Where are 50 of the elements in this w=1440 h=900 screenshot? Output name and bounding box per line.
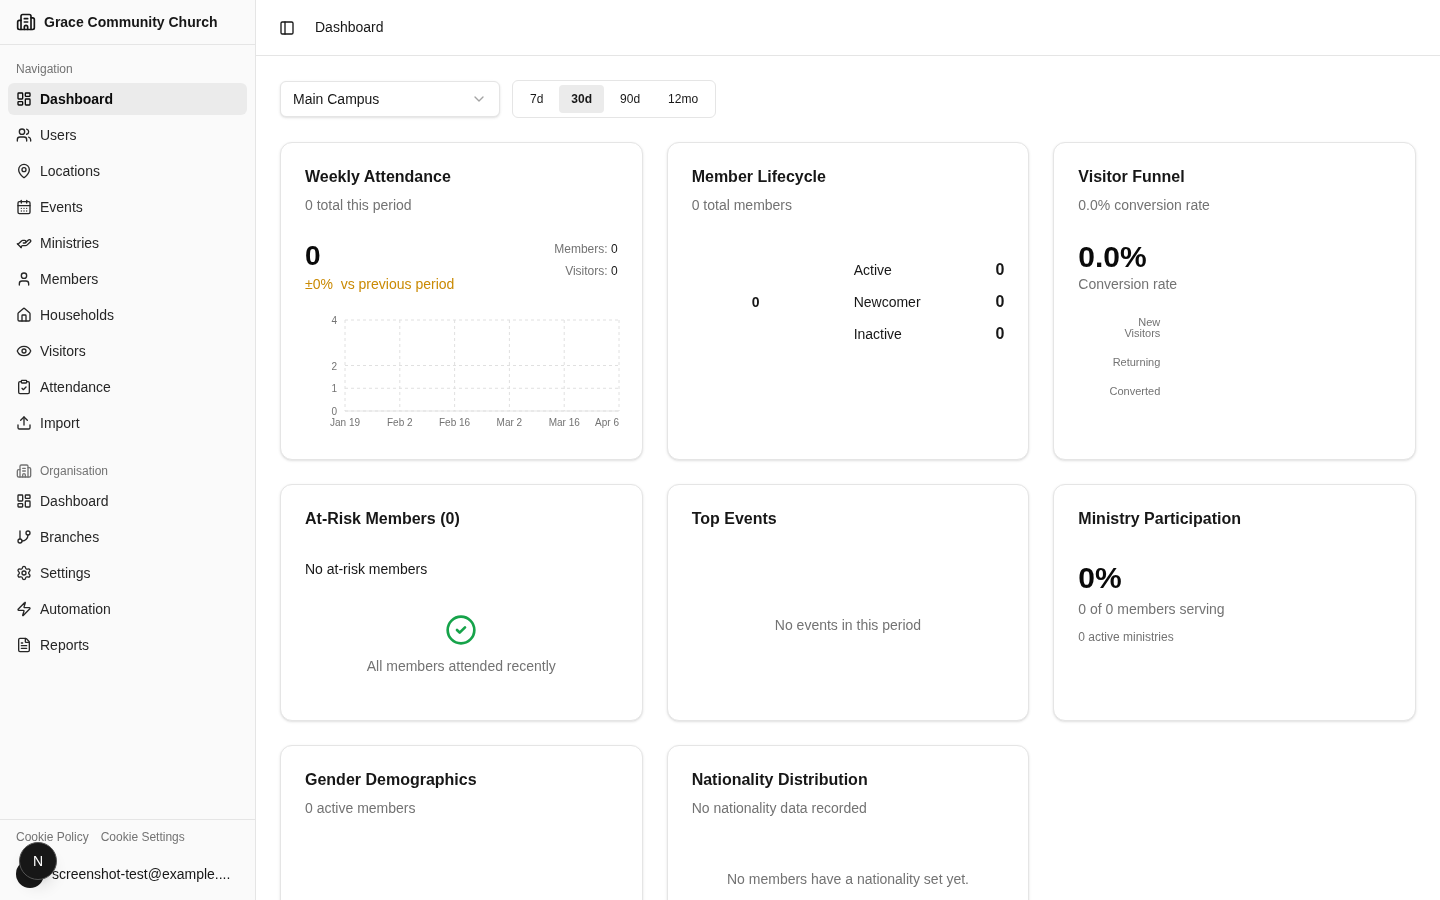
card-title: Nationality Distribution [691, 770, 869, 790]
y-tick-label: 0 [331, 406, 337, 417]
y-tick-label: 1 [331, 383, 337, 395]
legend-value: 0 [995, 260, 1005, 280]
section-label: Navigation [16, 61, 73, 78]
section-label: Organisation [40, 463, 109, 480]
card-title: Gender Demographics [305, 770, 478, 790]
legend-label: Inactive [853, 324, 902, 344]
attendance-total: 0 [305, 240, 322, 272]
legend-label: Active [853, 260, 892, 280]
card-subtitle: 0.0% conversion rate [1078, 196, 1211, 215]
card-title: Weekly Attendance [305, 167, 452, 187]
funnel-stage-label: Converted [1109, 386, 1161, 397]
legend-value: 0 [995, 324, 1005, 344]
conversion-label: Conversion rate [1078, 275, 1179, 294]
card-title: At-Risk Members (0) [305, 509, 461, 529]
members-count: Members: 0 [554, 241, 618, 258]
card-subtitle: 0 total members [691, 196, 794, 215]
y-tick-label: 2 [331, 360, 337, 372]
participation-value: 0% [1078, 561, 1123, 595]
conversion-value: 0.0% [1078, 240, 1148, 274]
card-title: Member Lifecycle [691, 167, 827, 187]
card-title: Ministry Participation [1078, 509, 1243, 529]
x-tick-label: Mar 16 [548, 417, 580, 428]
card-title: Top Events [691, 509, 778, 529]
x-tick-label: Feb 16 [439, 417, 471, 428]
ministries-count: 0 active ministries [1078, 629, 1175, 646]
x-tick-label: Jan 19 [330, 417, 360, 428]
empty-message: No members have a nationality set yet. [727, 870, 969, 889]
serving-text: 0 of 0 members serving [1078, 600, 1226, 619]
x-tick-label: Apr 6 [595, 417, 619, 428]
empty-heading: No at-risk members [305, 560, 429, 579]
donut-center-value: 0 [751, 292, 760, 312]
page-title: Dashboard [315, 18, 384, 37]
card-subtitle: 0 total this period [305, 196, 413, 215]
funnel-stage-label: New Visitors [1124, 317, 1161, 339]
brand-name: Grace Community Church [44, 12, 218, 32]
funnel-stage-label: Returning [1112, 357, 1161, 368]
change-text: ±0% vs previous period [305, 275, 455, 294]
visitors-count: Visitors: 0 [565, 263, 618, 280]
card-title: Visitor Funnel [1078, 167, 1186, 187]
empty-message: No events in this period [774, 616, 922, 635]
x-tick-label: Feb 2 [387, 417, 413, 428]
card-subtitle: No nationality data recorded [691, 799, 868, 818]
empty-message: All members attended recently [366, 657, 556, 676]
card-subtitle: 0 active members [305, 799, 417, 818]
x-tick-label: Mar 2 [496, 417, 523, 428]
legend-value: 0 [995, 292, 1005, 312]
y-tick-label: 4 [331, 315, 337, 326]
legend-label: Newcomer [853, 292, 921, 312]
